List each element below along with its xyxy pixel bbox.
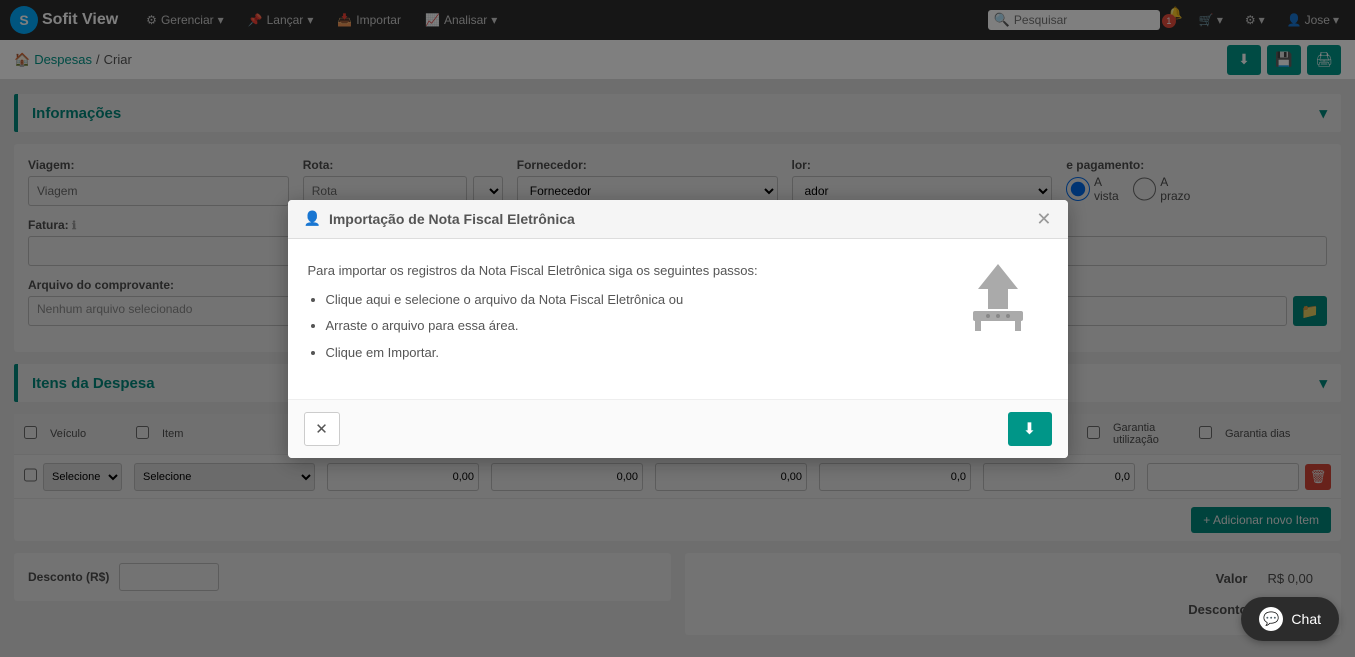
modal-overlay[interactable]: 👤 Importação de Nota Fiscal Eletrônica ✕… xyxy=(0,0,1355,657)
modal-title: 👤 Importação de Nota Fiscal Eletrônica xyxy=(304,210,575,227)
upload-area[interactable] xyxy=(948,259,1048,339)
upload-svg-icon xyxy=(958,259,1038,339)
modal-close-button[interactable]: ✕ xyxy=(1036,210,1051,228)
chat-button[interactable]: 💬 Chat xyxy=(1241,597,1339,641)
instruction-3: Clique em Importar. xyxy=(326,341,928,364)
user-modal-icon: 👤 xyxy=(304,210,321,227)
chat-label: Chat xyxy=(1291,611,1321,627)
modal-body: Para importar os registros da Nota Fisca… xyxy=(288,239,1068,399)
instructions-intro: Para importar os registros da Nota Fisca… xyxy=(308,259,928,282)
modal-import-button[interactable]: ⬇ xyxy=(1008,412,1052,446)
modal-cancel-button[interactable]: ✕ xyxy=(304,412,340,446)
instruction-2: Arraste o arquivo para essa área. xyxy=(326,314,928,337)
instruction-1: Clique aqui e selecione o arquivo da Not… xyxy=(326,288,928,311)
modal-importacao: 👤 Importação de Nota Fiscal Eletrônica ✕… xyxy=(288,200,1068,458)
modal-instructions: Para importar os registros da Nota Fisca… xyxy=(308,259,928,368)
modal-header: 👤 Importação de Nota Fiscal Eletrônica ✕ xyxy=(288,200,1068,239)
modal-footer: ✕ ⬇ xyxy=(288,399,1068,458)
instructions-list: Clique aqui e selecione o arquivo da Not… xyxy=(326,288,928,364)
chat-icon: 💬 xyxy=(1259,607,1283,631)
